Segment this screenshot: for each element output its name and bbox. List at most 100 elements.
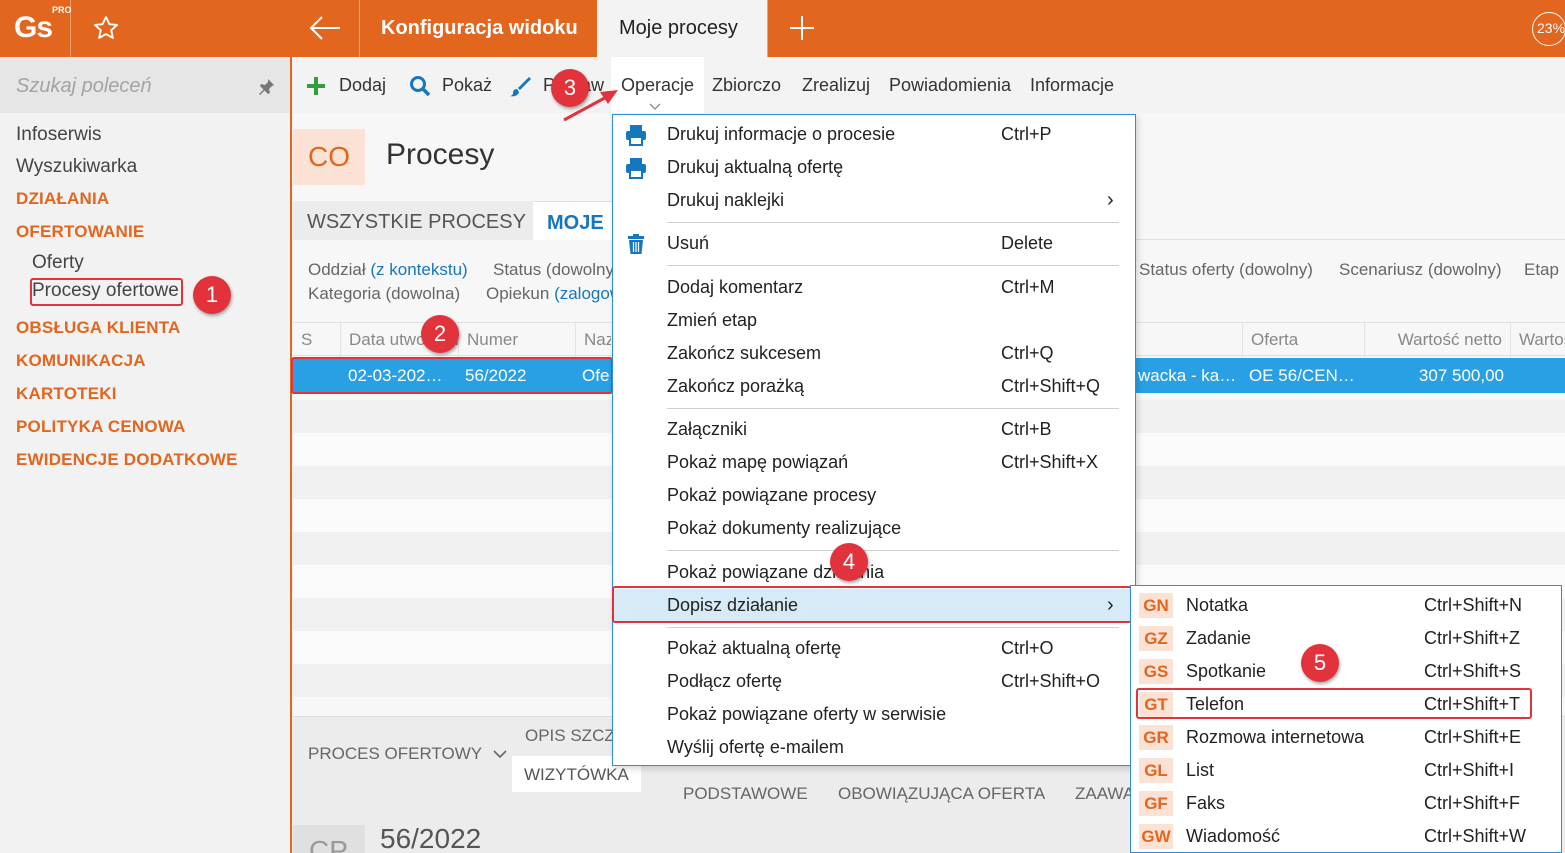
detail-tab-obowiazujaca[interactable]: OBOWIĄZUJĄCA OFERTA [816, 765, 1067, 822]
logo-badge: PRO [52, 5, 72, 15]
detail-number: 56/2022 [380, 823, 482, 853]
menu-item-relation-map[interactable]: Pokaż mapę powiązań Ctrl+Shift+X [613, 446, 1135, 479]
nav-section-komunikacja[interactable]: KOMUNIKACJA [16, 351, 146, 371]
show-label: Pokaż [442, 75, 493, 95]
nav-section-dzialania[interactable]: DZIAŁANIA [16, 189, 109, 209]
new-tab-icon[interactable] [788, 14, 816, 42]
detail-tab-zaawansowane[interactable]: ZAAWANSOWANE [1053, 765, 1131, 822]
submenu-item-task[interactable]: GZ Zadanie Ctrl+Shift+Z [1131, 622, 1561, 655]
printer-icon [626, 125, 646, 146]
tab-my-processes-filter[interactable]: MOJE [533, 201, 618, 240]
menu-item-add-comment[interactable]: Dodaj komentarz Ctrl+M [613, 271, 1135, 304]
filter-branch-value[interactable]: (z kontekstu) [370, 260, 467, 279]
submenu-item-meeting[interactable]: GS Spotkanie Ctrl+Shift+S [1131, 655, 1561, 688]
operations-label: Operacje [621, 75, 695, 95]
menu-item-related-offers-service[interactable]: Pokaż powiązane oferty w serwisie [613, 698, 1135, 731]
col-name[interactable]: Nazwa [575, 323, 611, 357]
menu-item-realizing-documents[interactable]: Pokaż dokumenty realizujące [613, 512, 1135, 545]
menu-item-email-offer[interactable]: Wyślij ofertę e-mailem [613, 731, 1135, 764]
nav-wyszukiwarka[interactable]: Wyszukiwarka [16, 156, 137, 178]
nav-oferty[interactable]: Oferty [32, 252, 84, 274]
filter-offer-status[interactable]: Status oferty (dowolny) [1139, 260, 1313, 280]
nav-infoserwis[interactable]: Infoserwis [16, 124, 102, 146]
back-arrow-icon[interactable] [308, 14, 342, 42]
menu-item-attach-offer[interactable]: Podłącz ofertę Ctrl+Shift+O [613, 665, 1135, 698]
highlight-add-activity [612, 586, 1132, 623]
info-button[interactable]: Informacje [1030, 57, 1114, 113]
chevron-down-icon [492, 750, 507, 759]
command-search-input[interactable] [16, 71, 246, 101]
menu-item-show-current-offer[interactable]: Pokaż aktualną ofertę Ctrl+O [613, 632, 1135, 665]
nav-section-obsluga-klienta[interactable]: OBSŁUGA KLIENTA [16, 318, 181, 338]
search-icon [410, 76, 431, 97]
submenu-item-online-chat[interactable]: GR Rozmowa internetowa Ctrl+Shift+E [1131, 721, 1561, 754]
activity-code-badge: GF [1139, 791, 1173, 816]
operations-menu: Drukuj informacje o procesie Ctrl+P Druk… [612, 114, 1136, 766]
cell-net-value: 307 500,00 [1418, 366, 1504, 385]
menu-item-print-process-info[interactable]: Drukuj informacje o procesie Ctrl+P [613, 118, 1135, 151]
nav-section-ofertowanie[interactable]: OFERTOWANIE [16, 222, 144, 242]
activity-code-badge: GL [1139, 758, 1173, 783]
summary-button[interactable]: Zbiorczo [712, 57, 781, 113]
col-value[interactable]: Wartość [1510, 323, 1565, 357]
nav-section-polityka-cenowa[interactable]: POLITYKA CENOWA [16, 417, 186, 437]
submenu-item-fax[interactable]: GF Faks Ctrl+Shift+F [1131, 787, 1561, 820]
detail-section-toggle[interactable]: PROCES OFERTOWY [308, 744, 507, 764]
notifications-button[interactable]: Powiadomienia [889, 57, 1011, 113]
pin-icon[interactable] [256, 77, 276, 97]
menu-item-change-stage[interactable]: Zmień etap [613, 304, 1135, 337]
chevron-right-icon: › [1107, 189, 1114, 211]
nav-section-ewidencje[interactable]: EWIDENCJE DODATKOWE [16, 450, 238, 470]
menu-item-attachments[interactable]: Załączniki Ctrl+B [613, 413, 1135, 446]
submenu-item-note[interactable]: GN Notatka Ctrl+Shift+N [1131, 589, 1561, 622]
col-net-value[interactable]: Wartość netto [1364, 323, 1510, 357]
show-button[interactable]: Pokaż [409, 57, 492, 113]
activity-code-badge: GN [1139, 593, 1173, 618]
operations-menu-button[interactable]: Operacje [611, 57, 705, 113]
detail-desc-tab[interactable]: OPIS SZCZEGÓŁOWY [525, 726, 612, 746]
step-arrow-icon [563, 90, 618, 122]
filter-branch-label: Oddział [308, 260, 366, 279]
printer-icon [626, 158, 646, 179]
filter-status[interactable]: Status (dowolny) [493, 260, 620, 280]
filter-branch[interactable]: Oddział (z kontekstu) [308, 260, 468, 280]
filter-scenario[interactable]: Scenariusz (dowolny) [1339, 260, 1502, 280]
menu-separator [667, 222, 1119, 223]
star-icon[interactable] [92, 14, 120, 42]
trash-icon [628, 234, 644, 254]
menu-item-related-processes[interactable]: Pokaż powiązane procesy [613, 479, 1135, 512]
logo-divider [70, 0, 71, 57]
submenu-item-letter[interactable]: GL List Ctrl+Shift+I [1131, 754, 1561, 787]
filter-category[interactable]: Kategoria (dowolna) [308, 284, 460, 304]
zoom-badge[interactable]: 23% [1532, 12, 1565, 46]
cell-offer: OE 56/CEN… [1249, 366, 1355, 385]
app-logo[interactable]: Gs PRO [14, 5, 72, 48]
menu-item-finish-success[interactable]: Zakończ sukcesem Ctrl+Q [613, 337, 1135, 370]
col-offer[interactable]: Oferta [1242, 323, 1364, 357]
top-bar: Gs PRO Konfiguracja widoku Moje procesy … [0, 0, 1565, 57]
menu-separator [667, 550, 1119, 551]
submenu-item-message[interactable]: GW Wiadomość Ctrl+Shift+W [1131, 820, 1561, 853]
menu-item-delete[interactable]: Usuń Delete [613, 227, 1135, 260]
tab-my-processes[interactable]: Moje procesy [597, 0, 767, 57]
filter-guardian-label: Opiekun [486, 284, 550, 303]
tab-all-processes[interactable]: WSZYSTKIE PROCESY [293, 201, 540, 240]
nav-procesy-ofertowe[interactable]: Procesy ofertowe [30, 278, 183, 306]
nav-section-kartoteki[interactable]: KARTOTEKI [16, 384, 117, 404]
detail-tab-podstawowe[interactable]: PODSTAWOWE [661, 765, 830, 822]
menu-item-print-labels[interactable]: Drukuj naklejki › [613, 184, 1135, 217]
highlight-phone-item [1136, 688, 1532, 719]
realize-button[interactable]: Zrealizuj [802, 57, 870, 113]
menu-item-print-current-offer[interactable]: Drukuj aktualną ofertę [613, 151, 1135, 184]
add-button[interactable]: Dodaj [305, 57, 386, 113]
col-s[interactable]: S [293, 323, 312, 357]
page-title: Procesy [386, 138, 495, 171]
toolbar: Dodaj Pokaż Popraw Operacje Zbiorczo Zre… [293, 57, 1565, 113]
menu-item-related-activities[interactable]: Pokaż powiązane działania [613, 556, 1135, 589]
page-badge: CO [293, 129, 365, 185]
tab-view-config[interactable]: Konfiguracja widoku [359, 0, 600, 57]
menu-item-finish-failure[interactable]: Zakończ porażką Ctrl+Shift+Q [613, 370, 1135, 403]
activity-code-badge: GS [1139, 659, 1173, 684]
col-number[interactable]: Numer [458, 323, 575, 357]
filter-stage[interactable]: Etap [1524, 260, 1559, 280]
